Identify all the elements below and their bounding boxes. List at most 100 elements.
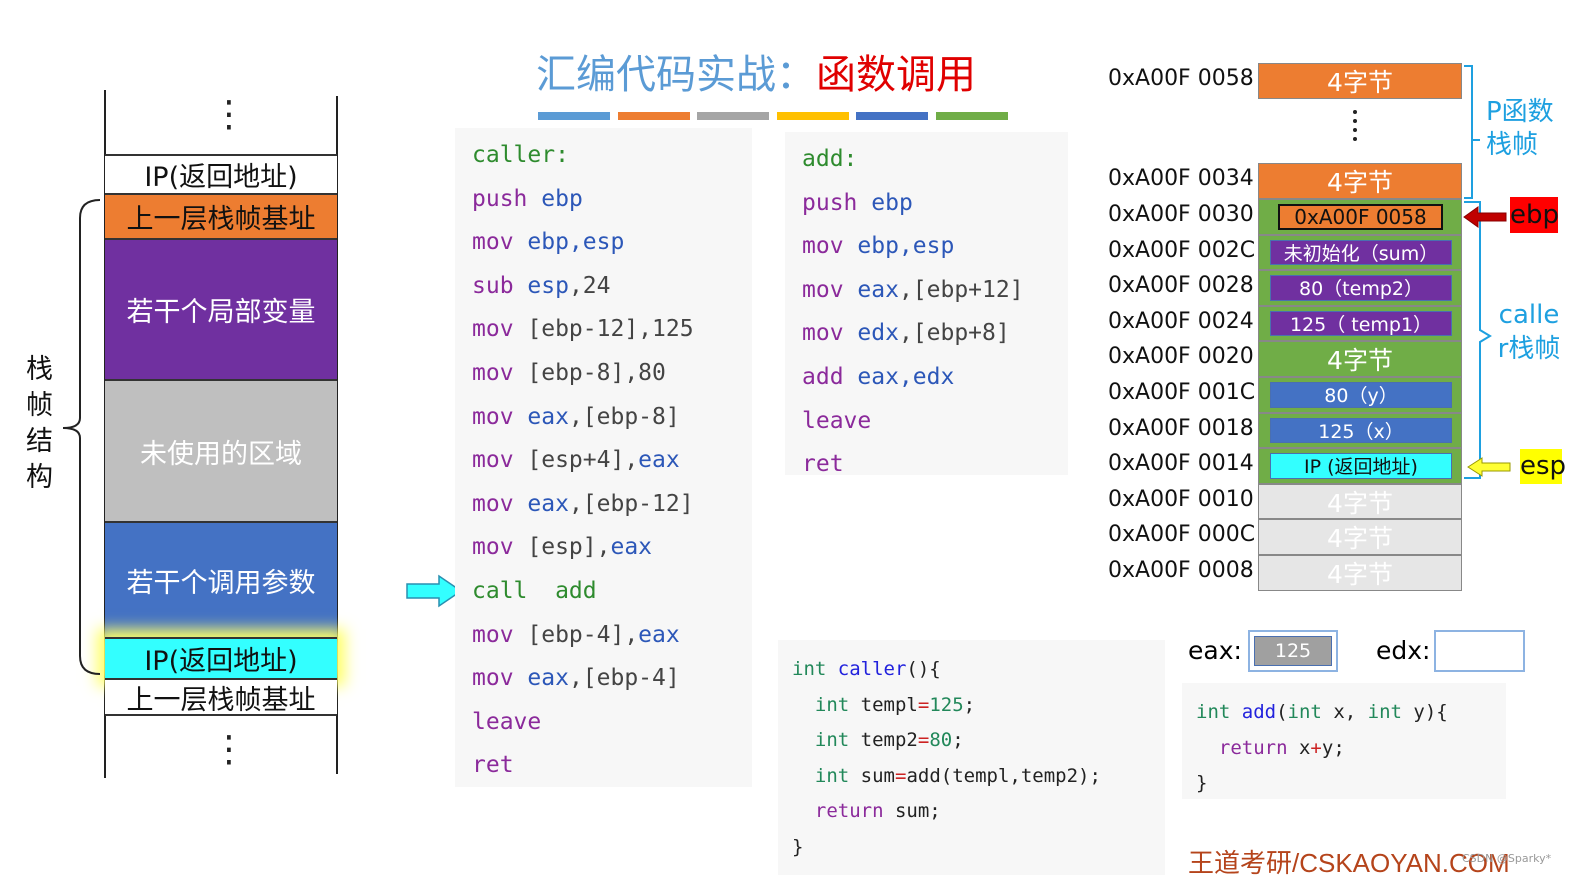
code-token: ret <box>472 752 514 779</box>
memory-cell-unused: 4字节 <box>1258 483 1462 520</box>
memory-cell-orange: 4字节 <box>1258 163 1462 199</box>
memory-value-saved-ebp: 0xA00F 0058 <box>1278 204 1443 230</box>
memory-value-local: 125（ temp1） <box>1270 310 1452 337</box>
color-bar-segment <box>697 112 769 120</box>
code-token: [ebp-12],125 <box>527 316 694 343</box>
code-line: int add(int x, int y){ <box>1196 695 1506 731</box>
code-token: y; <box>1321 736 1345 759</box>
code-token: ( <box>1276 701 1288 723</box>
p-frame-label: P函数栈帧 <box>1486 97 1554 160</box>
memory-cell-unused: 4字节 <box>1258 555 1462 591</box>
code-token: ebp,esp <box>527 229 625 256</box>
code-token: sub <box>472 272 528 299</box>
code-line: call add <box>472 570 752 614</box>
code-token: mov <box>472 403 528 430</box>
footer-credit: CSDN @Sparky* <box>1462 852 1552 865</box>
code-line: mov [ebp-12],125 <box>472 308 752 352</box>
color-bar-segment <box>776 112 849 120</box>
code-token: ,[ebp+8] <box>898 320 1010 347</box>
code-token: eax <box>638 447 680 474</box>
code-token: x <box>1298 736 1311 759</box>
code-line: ret <box>802 443 1068 487</box>
code-token: return <box>1218 736 1299 759</box>
code-token: ,24 <box>568 272 611 299</box>
memory-address: 0xA00F 0010 <box>1108 486 1254 512</box>
code-token: sum; <box>894 800 941 822</box>
code-token: mov <box>802 276 858 303</box>
title-part1: 汇编代码实战： <box>536 52 816 98</box>
code-token: eax,edx <box>857 363 955 390</box>
code-token: } <box>792 835 804 858</box>
code-token: mov <box>802 320 858 347</box>
code-token: mov <box>472 665 528 692</box>
color-bar-segment <box>856 112 928 120</box>
code-token: int <box>814 764 861 787</box>
code-line: return sum; <box>792 794 1165 830</box>
code-token: mov <box>472 359 528 386</box>
code-token: temp2 <box>860 729 918 751</box>
code-line: add eax,edx <box>802 356 1068 400</box>
edx-register-box <box>1434 630 1525 672</box>
code-token: esp <box>527 272 569 299</box>
code-token: [esp], <box>527 534 611 561</box>
code-token: = <box>917 693 930 716</box>
code-token: [ebp-4], <box>527 621 639 648</box>
code-token: ebp <box>541 185 583 212</box>
code-token: mov <box>472 621 528 648</box>
memory-address: 0xA00F 0008 <box>1108 558 1254 583</box>
stack-row-unused: 未使用的区域 <box>105 379 337 521</box>
code-token: int <box>814 729 861 751</box>
color-bar-segment <box>538 112 610 120</box>
memory-address: 0xA00F 002C <box>1108 237 1256 263</box>
memory-cell-green: 4字节 <box>1258 341 1462 377</box>
code-token: push <box>802 189 872 216</box>
code-token: = <box>917 729 930 751</box>
code-token: int <box>792 658 838 680</box>
code-line: mov eax,[ebp+12] <box>802 269 1068 313</box>
code-token: mov <box>472 229 528 256</box>
code-token: templ <box>860 693 918 716</box>
code-token: eax <box>638 621 680 648</box>
title-part2: 函数调用 <box>816 52 976 98</box>
code-line: leave <box>802 400 1068 444</box>
code-line: mov eax,[ebp-8] <box>472 396 752 440</box>
code-line: } <box>1196 766 1506 802</box>
code-token: x, <box>1333 701 1368 723</box>
stack-row-args: 若干个调用参数 <box>105 521 337 637</box>
memory-address: 0xA00F 001C <box>1108 380 1256 405</box>
eax-register-box: 125 <box>1248 630 1338 672</box>
code-token: add(templ,temp2); <box>906 764 1101 787</box>
code-token: mov <box>472 534 528 561</box>
memory-ellipsis <box>1345 108 1365 153</box>
code-token: = <box>894 764 907 787</box>
ebp-arrow-icon <box>1463 206 1507 228</box>
code-token: caller <box>837 658 907 680</box>
code-token: [esp+4], <box>527 447 639 474</box>
address-top: 0xA00F 0058 <box>1108 66 1254 91</box>
memory-value-local: 80（temp2） <box>1270 275 1452 301</box>
code-token: } <box>1196 772 1208 794</box>
memory-address: 0xA00F 0014 <box>1108 451 1254 477</box>
memory-cell-unused: 4字节 <box>1258 519 1462 555</box>
stack-row-return-ip-highlight: IP(返回地址) <box>105 637 337 678</box>
code-line: mov eax,[ebp-12] <box>472 483 752 527</box>
code-token: mov <box>472 447 528 474</box>
caller-c-code: int caller(){ int templ=125; int temp2=8… <box>778 640 1165 875</box>
code-token: eax <box>610 534 653 561</box>
memory-cell-top: 4字节 <box>1258 63 1462 99</box>
code-token: [ebp-8],80 <box>527 359 666 386</box>
memory-value-arg: 80（y） <box>1270 382 1452 408</box>
stack-row-locals: 若干个局部变量 <box>105 238 337 379</box>
code-line: push ebp <box>472 178 752 222</box>
stack-row-base-pointer: 上一层栈帧基址 <box>105 193 337 238</box>
code-token: int <box>814 693 861 716</box>
code-line: mov [esp+4],eax <box>472 439 752 483</box>
code-line: mov ebp,esp <box>472 221 752 265</box>
code-token: ,[ebp-12] <box>568 490 694 517</box>
code-token: (){ <box>906 658 941 680</box>
code-token: int <box>1287 701 1334 723</box>
ellipsis-top: ⋮ <box>211 94 247 135</box>
